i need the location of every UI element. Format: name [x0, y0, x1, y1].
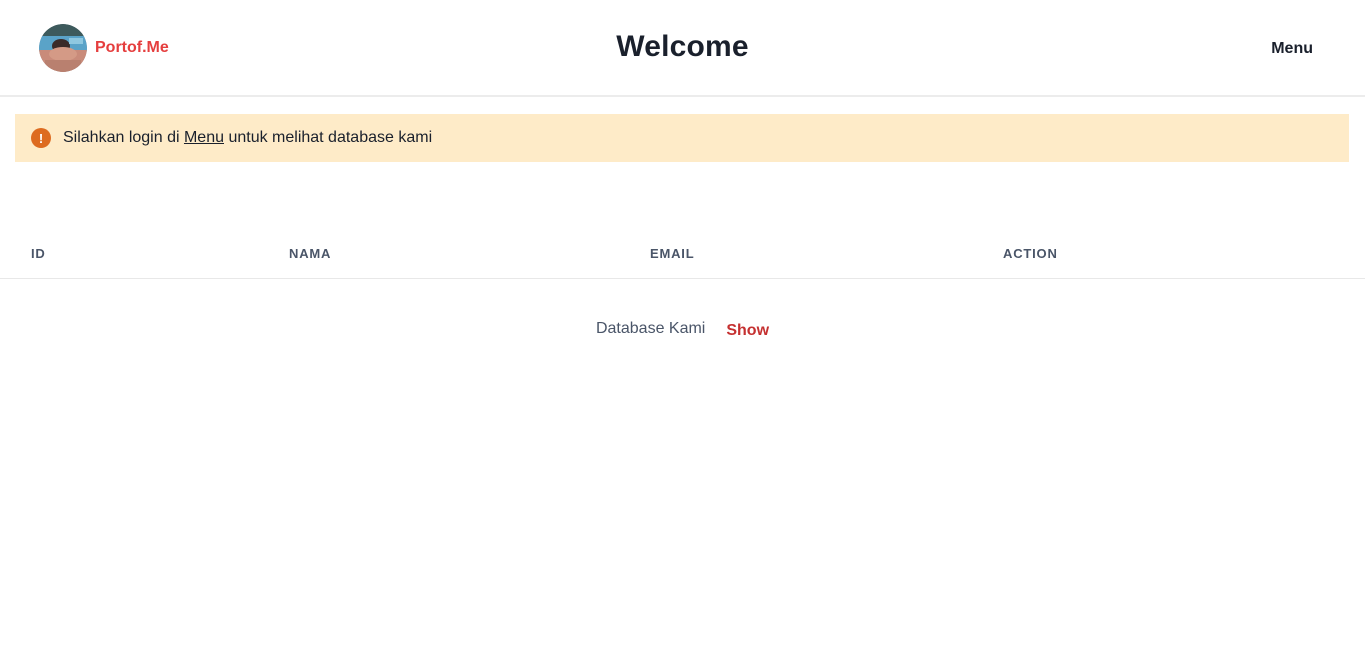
column-header-action: ACTION: [1003, 246, 1058, 261]
show-button[interactable]: Show: [726, 322, 769, 340]
top-navbar: Portof.Me Welcome Menu: [0, 0, 1365, 97]
alert-prefix: Silahkan login di: [63, 129, 184, 146]
database-label: Database Kami: [595, 320, 706, 337]
column-header-id: ID: [31, 246, 46, 261]
alert-menu-link[interactable]: Menu: [184, 129, 224, 146]
exclamation-icon: !: [31, 128, 51, 148]
column-header-nama: NAMA: [289, 246, 332, 261]
alert-suffix: untuk melihat database kami: [224, 129, 433, 146]
alert-message: Silahkan login di Menu untuk melihat dat…: [63, 129, 432, 147]
column-header-email: EMAIL: [650, 246, 695, 261]
login-alert: ! Silahkan login di Menu untuk melihat d…: [15, 114, 1349, 162]
table-header: ID NAMA EMAIL ACTION: [0, 228, 1365, 279]
menu-button[interactable]: Menu: [1271, 40, 1313, 58]
page-title: Welcome: [616, 30, 749, 63]
database-footer: Database Kami Show: [0, 318, 1365, 340]
